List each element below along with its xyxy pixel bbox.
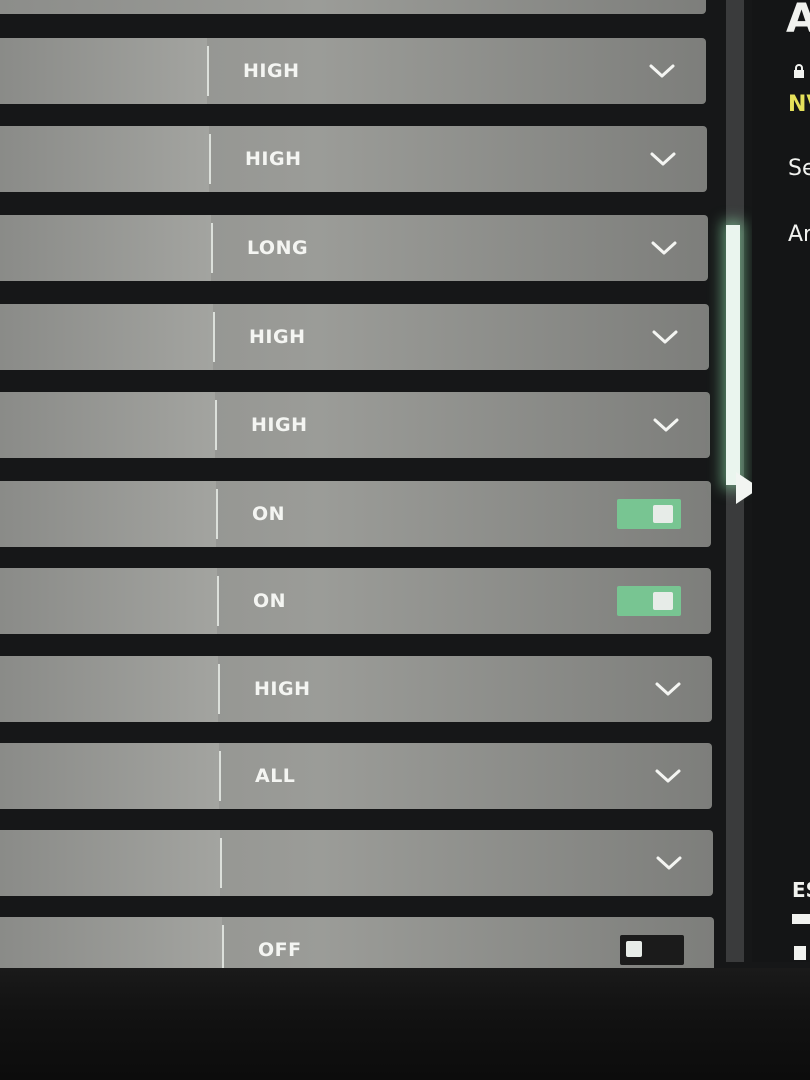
setting-label-cell xyxy=(0,568,217,634)
setting-label-cell xyxy=(0,743,219,809)
setting-label-cell xyxy=(0,656,218,722)
row-divider xyxy=(215,400,217,450)
detail-requirement-text: NV xyxy=(788,92,810,117)
detail-meter-bar xyxy=(794,946,806,960)
row-divider xyxy=(217,576,219,626)
chevron-down-icon[interactable] xyxy=(654,675,682,703)
toggle-switch[interactable] xyxy=(617,586,681,616)
settings-row[interactable]: HIGH xyxy=(0,304,709,370)
setting-value: OFF xyxy=(258,939,302,961)
chevron-down-icon[interactable] xyxy=(654,762,682,790)
detail-panel xyxy=(752,0,810,962)
setting-label-cell xyxy=(0,126,209,192)
setting-value: ON xyxy=(252,503,286,525)
toggle-knob xyxy=(626,941,642,957)
settings-row[interactable]: LONG xyxy=(0,215,708,281)
scrollbar-thumb[interactable] xyxy=(726,225,740,485)
settings-row[interactable]: ON xyxy=(0,481,711,547)
setting-label-cell xyxy=(0,392,215,458)
row-divider xyxy=(220,838,222,888)
detail-text-line2: Ar xyxy=(788,222,810,247)
detail-meter-bar xyxy=(792,914,810,924)
setting-value: ALL xyxy=(255,765,296,787)
chevron-down-icon[interactable] xyxy=(651,323,679,351)
chevron-down-icon[interactable] xyxy=(652,411,680,439)
setting-label-cell xyxy=(0,830,220,896)
toggle-switch[interactable] xyxy=(620,935,684,965)
chevron-down-icon[interactable] xyxy=(648,57,676,85)
chevron-down-icon[interactable] xyxy=(649,145,677,173)
settings-row[interactable] xyxy=(0,830,713,896)
setting-value: ON xyxy=(253,590,287,612)
toggle-knob xyxy=(653,592,673,610)
settings-row[interactable]: ON xyxy=(0,568,711,634)
settings-row[interactable]: OFF xyxy=(0,917,714,968)
setting-value: LONG xyxy=(247,237,309,259)
detail-text-line1: Se xyxy=(788,156,810,181)
settings-row[interactable]: ALL xyxy=(0,743,712,809)
row-divider xyxy=(213,312,215,362)
setting-label-cell xyxy=(0,481,216,547)
toggle-switch[interactable] xyxy=(617,499,681,529)
setting-value: HIGH xyxy=(245,148,302,170)
row-divider xyxy=(218,664,220,714)
setting-value: HIGH xyxy=(254,678,311,700)
detail-title: A xyxy=(786,0,810,42)
settings-row[interactable]: HIGH xyxy=(0,656,712,722)
row-divider xyxy=(207,46,209,96)
setting-label-cell xyxy=(0,38,207,104)
monitor-bezel xyxy=(0,968,810,1080)
setting-label-cell xyxy=(0,215,211,281)
chevron-down-icon[interactable] xyxy=(655,849,683,877)
setting-value: HIGH xyxy=(249,326,306,348)
row-divider xyxy=(219,751,221,801)
settings-row[interactable]: HIGH xyxy=(0,126,707,192)
setting-label-cell xyxy=(0,304,213,370)
row-divider xyxy=(211,223,213,273)
setting-label-cell xyxy=(0,917,222,968)
settings-screen: HIGHHIGHLONGHIGHHIGHONONHIGHALLOFF A NV … xyxy=(0,0,810,968)
row-divider xyxy=(216,489,218,539)
settings-row[interactable]: HIGH xyxy=(0,38,706,104)
lock-icon xyxy=(794,64,804,78)
setting-value: HIGH xyxy=(251,414,308,436)
row-divider xyxy=(222,925,224,968)
settings-row-partial[interactable] xyxy=(0,0,706,14)
row-divider xyxy=(209,134,211,184)
setting-value: HIGH xyxy=(243,60,300,82)
chevron-down-icon[interactable] xyxy=(650,234,678,262)
toggle-knob xyxy=(653,505,673,523)
settings-row[interactable]: HIGH xyxy=(0,392,710,458)
detail-footer-text: ES xyxy=(792,878,810,902)
